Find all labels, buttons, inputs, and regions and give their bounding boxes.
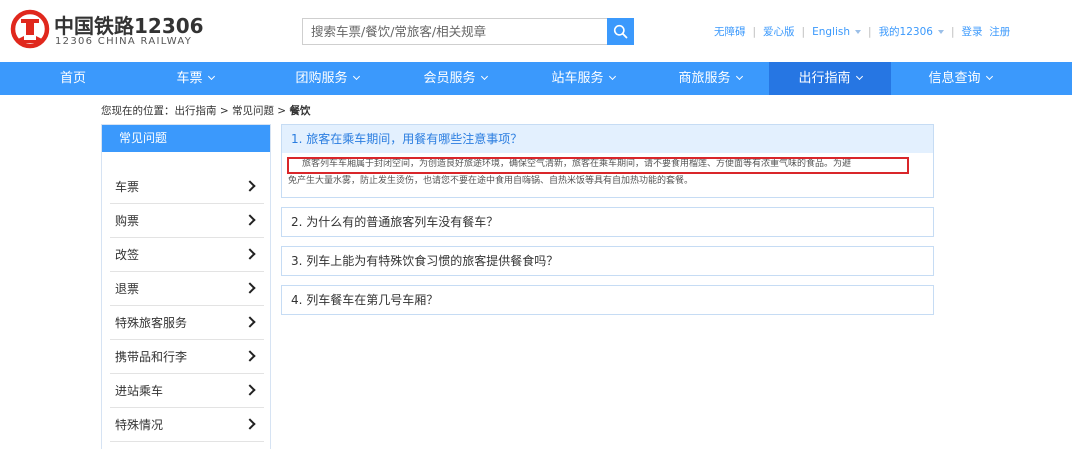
- faq-item-2[interactable]: 2. 为什么有的普通旅客列车没有餐车？: [281, 207, 934, 237]
- nav-item-member[interactable]: 会员服务: [400, 62, 510, 95]
- faq-sidebar: 常见问题 车票 购票 改签 退票 特殊旅客服务 携带品和行李 进站乘车 特殊情况: [101, 124, 271, 449]
- faq-answer-line-2: 免产生大量水雾，防止发生烫伤，也请您不要在途中食用自嗨锅、自热米饭等具有自加热功…: [288, 176, 694, 186]
- chevron-down-icon: [480, 72, 488, 81]
- chevron-down-icon: [985, 72, 993, 81]
- sidebar-item-change[interactable]: 改签: [110, 238, 264, 272]
- highlight-box: [287, 157, 909, 174]
- my-12306-label: 我的12306: [878, 26, 933, 38]
- top-links: 无障碍 | 爱心版 | English | 我的12306 | 登录 注册: [714, 24, 1011, 39]
- faq-item-3[interactable]: 3. 列车上能为有特殊饮食习惯的旅客提供餐食吗？: [281, 246, 934, 276]
- faq-question-1[interactable]: 1. 旅客在乘车期间，用餐有哪些注意事项？: [282, 125, 933, 153]
- chevron-right-icon: [244, 214, 256, 226]
- login-link[interactable]: 登录: [962, 24, 983, 39]
- chevron-right-icon: [244, 248, 256, 260]
- sidebar-item-boarding[interactable]: 进站乘车: [110, 374, 264, 408]
- chevron-down-icon: [855, 72, 863, 81]
- nav-item-guide[interactable]: 出行指南: [769, 62, 891, 95]
- sidebar-item-purchase[interactable]: 购票: [110, 204, 264, 238]
- search-icon: [613, 24, 628, 39]
- search-button[interactable]: [607, 18, 634, 45]
- faq-question-4[interactable]: 4. 列车餐车在第几号车厢？: [282, 286, 933, 314]
- breadcrumb-path[interactable]: 出行指南 > 常见问题 >: [175, 105, 290, 117]
- nav-item-station[interactable]: 站车服务: [528, 62, 638, 95]
- caret-down-icon: [937, 29, 944, 34]
- sidebar-item-special-cases[interactable]: 特殊情况: [110, 408, 264, 442]
- chevron-right-icon: [244, 418, 256, 430]
- chevron-right-icon: [244, 180, 256, 192]
- language-select[interactable]: English: [812, 25, 862, 38]
- chevron-down-icon: [735, 72, 743, 81]
- chevron-down-icon: [608, 72, 616, 81]
- brand-subtitle: 12306 CHINA RAILWAY: [55, 36, 193, 47]
- chevron-down-icon: [352, 72, 360, 81]
- chevron-right-icon: [244, 282, 256, 294]
- sidebar-item-luggage[interactable]: 携带品和行李: [110, 340, 264, 374]
- chevron-right-icon: [244, 384, 256, 396]
- breadcrumb-current: 餐饮: [289, 105, 311, 117]
- care-mode-link[interactable]: 爱心版: [763, 24, 795, 39]
- nav-item-business[interactable]: 商旅服务: [655, 62, 765, 95]
- header: 中国铁路12306 12306 CHINA RAILWAY 无障碍|爱心版|En…: [0, 0, 1072, 62]
- sidebar-item-special-passengers[interactable]: 特殊旅客服务: [110, 306, 264, 340]
- chevron-right-icon: [244, 316, 256, 328]
- search-input[interactable]: [302, 18, 607, 45]
- nav-item-home[interactable]: 首页: [28, 62, 118, 95]
- faq-question-2[interactable]: 2. 为什么有的普通旅客列车没有餐车？: [282, 208, 933, 236]
- nav-item-info[interactable]: 信息查询: [905, 62, 1015, 95]
- faq-item-1: 1. 旅客在乘车期间，用餐有哪些注意事项？ 旅客列车车厢属于封闭空间，为创造良好…: [281, 124, 934, 198]
- brand-title: 中国铁路12306: [54, 14, 204, 38]
- china-railway-logo-icon[interactable]: [10, 9, 50, 49]
- sidebar-item-tickets[interactable]: 车票: [110, 170, 264, 204]
- main-nav: 首页 车票 团购服务 会员服务 站车服务 商旅服务 出行指南 信息查询: [0, 62, 1072, 95]
- nav-item-group[interactable]: 团购服务: [272, 62, 382, 95]
- faq-question-3[interactable]: 3. 列车上能为有特殊饮食习惯的旅客提供餐食吗？: [282, 247, 933, 275]
- accessible-link[interactable]: 无障碍: [714, 24, 746, 39]
- sidebar-item-refund[interactable]: 退票: [110, 272, 264, 306]
- my-12306-menu[interactable]: 我的12306: [879, 24, 944, 39]
- caret-down-icon: [855, 29, 862, 34]
- chevron-down-icon: [207, 72, 215, 81]
- faq-item-4[interactable]: 4. 列车餐车在第几号车厢？: [281, 285, 934, 315]
- register-link[interactable]: 注册: [989, 24, 1010, 39]
- sidebar-title: 常见问题: [102, 125, 270, 152]
- language-label: English: [812, 25, 851, 38]
- chevron-right-icon: [244, 350, 256, 362]
- faq-answer-1: 旅客列车车厢属于封闭空间，为创造良好旅途环境，确保空气清新，旅客在乘车期间，请不…: [282, 153, 933, 197]
- nav-item-tickets[interactable]: 车票: [150, 62, 240, 95]
- search-bar: [302, 18, 634, 45]
- breadcrumb: 您现在的位置：出行指南 > 常见问题 > 餐饮: [101, 105, 311, 117]
